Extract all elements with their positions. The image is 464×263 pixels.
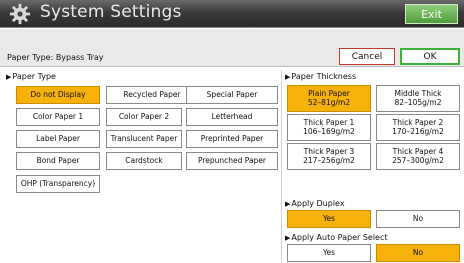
exit-button[interactable]: Exit xyxy=(405,4,458,24)
thickness-thick-1[interactable]: Thick Paper 1 106–169g/m2 xyxy=(287,114,371,141)
section-divider xyxy=(281,70,282,263)
paper-type-preprinted[interactable]: Preprinted Paper xyxy=(186,130,278,148)
auto-paper-select-no[interactable]: No xyxy=(376,244,460,262)
page-subtitle: Paper Type: Bypass Tray xyxy=(7,53,104,62)
gear-icon xyxy=(9,3,31,25)
thickness-range: 82–105g/m2 xyxy=(394,97,442,107)
apply-duplex-no[interactable]: No xyxy=(376,210,460,228)
title-bar: System Settings Exit xyxy=(0,0,464,28)
triangle-icon: ▶ xyxy=(285,72,291,81)
paper-type-bond[interactable]: Bond Paper xyxy=(16,152,100,170)
paper-type-special[interactable]: Special Paper xyxy=(186,86,278,104)
paper-type-color-1[interactable]: Color Paper 1 xyxy=(16,108,100,126)
thickness-range: 217–256g/m2 xyxy=(303,155,355,165)
paper-type-label-paper[interactable]: Label Paper xyxy=(16,130,100,148)
triangle-icon: ▶ xyxy=(285,233,291,242)
paper-type-label: ▶ Paper Type xyxy=(6,72,56,81)
paper-type-color-2[interactable]: Color Paper 2 xyxy=(106,108,182,126)
thickness-range: 170–216g/m2 xyxy=(392,126,444,136)
thickness-range: 257–300g/m2 xyxy=(392,155,444,165)
thickness-thick-3[interactable]: Thick Paper 3 217–256g/m2 xyxy=(287,143,371,170)
thickness-thick-2[interactable]: Thick Paper 2 170–216g/m2 xyxy=(376,114,460,141)
cancel-button[interactable]: Cancel xyxy=(339,48,395,65)
paper-type-prepunched[interactable]: Prepunched Paper xyxy=(186,152,278,170)
triangle-icon: ▶ xyxy=(6,72,12,81)
apply-duplex-yes[interactable]: Yes xyxy=(287,210,371,228)
paper-thickness-label: ▶ Paper Thickness xyxy=(285,72,357,81)
ok-button[interactable]: OK xyxy=(400,48,460,65)
thickness-middle-thick[interactable]: Middle Thick 82–105g/m2 xyxy=(376,85,460,112)
thickness-range: 52–81g/m2 xyxy=(307,97,351,107)
window-title: System Settings xyxy=(40,2,182,22)
thickness-thick-4[interactable]: Thick Paper 4 257–300g/m2 xyxy=(376,143,460,170)
paper-type-do-not-display[interactable]: Do not Display xyxy=(16,86,100,104)
apply-auto-paper-select-label: ▶ Apply Auto Paper Select xyxy=(285,233,388,242)
paper-type-translucent[interactable]: Translucent Paper xyxy=(106,130,182,148)
thickness-plain-paper[interactable]: Plain Paper 52–81g/m2 xyxy=(287,85,371,112)
auto-paper-select-yes[interactable]: Yes xyxy=(287,244,371,262)
thickness-range: 106–169g/m2 xyxy=(303,126,355,136)
triangle-icon: ▶ xyxy=(285,199,291,208)
paper-type-cardstock[interactable]: Cardstock xyxy=(106,152,182,170)
paper-type-letterhead[interactable]: Letterhead xyxy=(186,108,278,126)
apply-duplex-label: ▶ Apply Duplex xyxy=(285,199,345,208)
paper-type-recycled[interactable]: Recycled Paper xyxy=(106,86,198,104)
paper-type-ohp[interactable]: OHP (Transparency) xyxy=(16,175,100,193)
